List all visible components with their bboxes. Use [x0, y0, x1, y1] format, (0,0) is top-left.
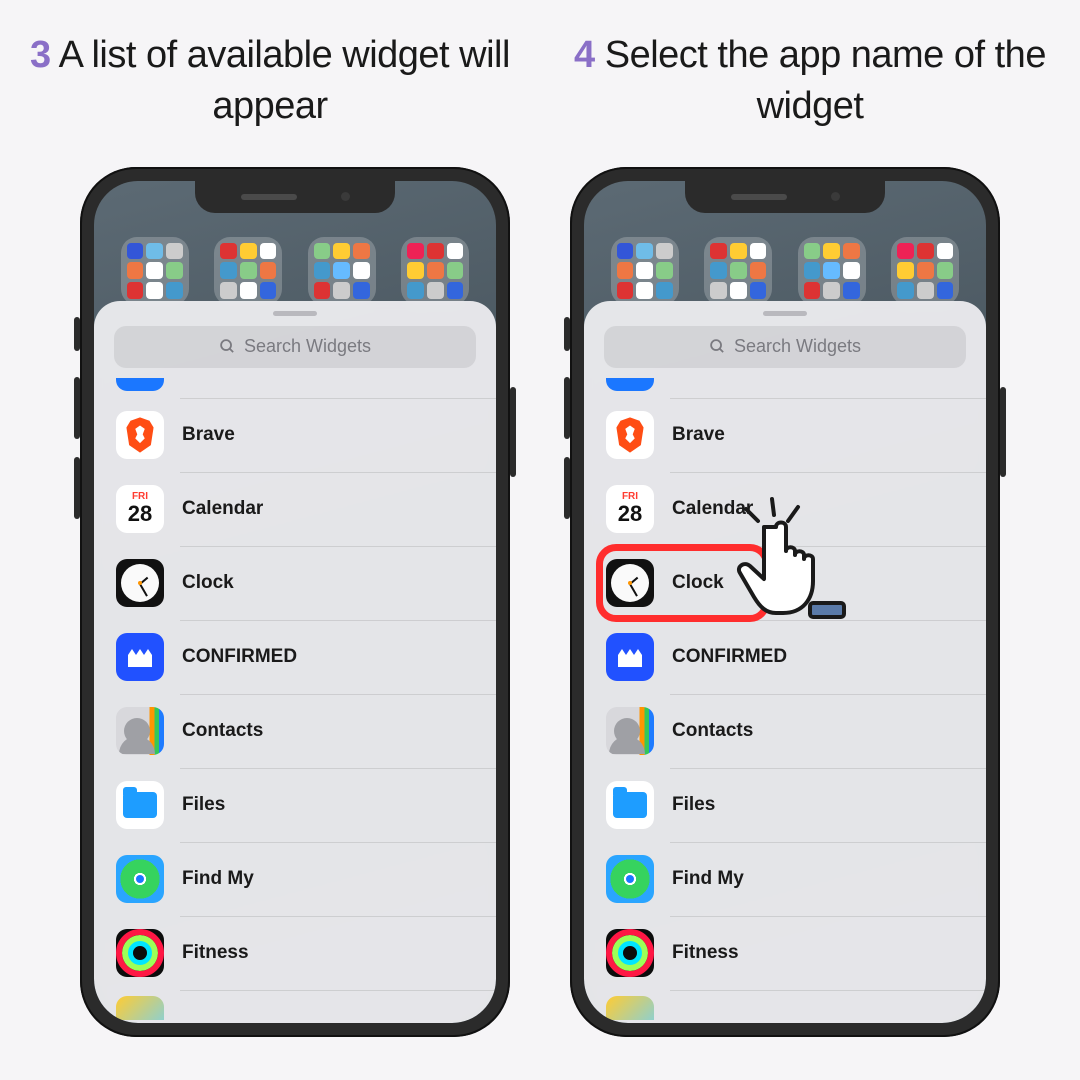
list-item-fitness[interactable]: Fitness: [116, 916, 496, 990]
files-icon: [116, 781, 164, 829]
tap-cursor-icon: [724, 491, 864, 631]
app-label: Clock: [672, 572, 724, 594]
clock-icon: [606, 559, 654, 607]
list-item-contacts[interactable]: Contacts: [116, 694, 496, 768]
step-text: Select the app name of the widget: [605, 34, 1046, 127]
app-label: Calendar: [182, 498, 263, 520]
sheet-grabber[interactable]: [763, 311, 807, 316]
app-label: CONFIRMED: [182, 646, 297, 668]
step-number: 3: [30, 34, 51, 76]
app-label: Files: [182, 794, 225, 816]
files-icon: [606, 781, 654, 829]
app-label: Fitness: [672, 942, 739, 964]
contacts-icon: [606, 707, 654, 755]
notch: [195, 181, 395, 213]
step-3-caption: 3 A list of available widget will appear: [25, 30, 515, 133]
list-item[interactable]: [116, 990, 496, 1020]
app-label: Find My: [672, 868, 744, 890]
mute-switch: [564, 317, 570, 351]
app-label: Brave: [672, 424, 725, 446]
step-text: A list of available widget will appear: [59, 34, 510, 127]
sheet-grabber[interactable]: [273, 311, 317, 316]
fitness-icon: [116, 929, 164, 977]
search-placeholder: Search Widgets: [244, 336, 371, 357]
iphone-frame-left: Search Widgets Brave FRI 28: [80, 167, 510, 1037]
list-item[interactable]: [606, 990, 986, 1020]
mute-switch: [74, 317, 80, 351]
brave-icon: [116, 411, 164, 459]
list-item[interactable]: [606, 378, 986, 398]
search-icon: [709, 338, 726, 355]
calendar-day: 28: [618, 503, 642, 525]
search-widgets-field[interactable]: Search Widgets: [114, 326, 476, 368]
brave-icon: [606, 411, 654, 459]
app-label: Contacts: [182, 720, 263, 742]
calendar-day: 28: [128, 503, 152, 525]
notch: [685, 181, 885, 213]
step-number: 4: [574, 34, 595, 76]
list-item-fitness[interactable]: Fitness: [606, 916, 986, 990]
widget-picker-sheet: Search Widgets Brave FRI 28: [94, 301, 496, 1023]
list-item-findmy[interactable]: Find My: [606, 842, 986, 916]
app-label: Fitness: [182, 942, 249, 964]
volume-down-button: [564, 457, 570, 519]
front-camera: [341, 192, 350, 201]
list-item-clock[interactable]: Clock: [116, 546, 496, 620]
app-label: Contacts: [672, 720, 753, 742]
list-item-confirmed[interactable]: CONFIRMED: [116, 620, 496, 694]
app-label: CONFIRMED: [672, 646, 787, 668]
contacts-icon: [116, 707, 164, 755]
front-camera: [831, 192, 840, 201]
step-4-caption: 4 Select the app name of the widget: [565, 30, 1055, 133]
side-button: [510, 387, 516, 477]
volume-down-button: [74, 457, 80, 519]
findmy-icon: [116, 855, 164, 903]
side-button: [1000, 387, 1006, 477]
app-label: Brave: [182, 424, 235, 446]
list-item-calendar[interactable]: FRI 28 Calendar: [116, 472, 496, 546]
list-item[interactable]: [116, 378, 496, 398]
volume-up-button: [74, 377, 80, 439]
search-placeholder: Search Widgets: [734, 336, 861, 357]
clock-icon: [116, 559, 164, 607]
list-item-files[interactable]: Files: [606, 768, 986, 842]
list-item-contacts[interactable]: Contacts: [606, 694, 986, 768]
confirmed-icon: [606, 633, 654, 681]
list-item-findmy[interactable]: Find My: [116, 842, 496, 916]
list-item-brave[interactable]: Brave: [606, 398, 986, 472]
widget-picker-sheet: Search Widgets Brave FRI 28: [584, 301, 986, 1023]
calendar-icon: FRI 28: [606, 485, 654, 533]
list-item-brave[interactable]: Brave: [116, 398, 496, 472]
confirmed-icon: [116, 633, 164, 681]
fitness-icon: [606, 929, 654, 977]
app-label: Find My: [182, 868, 254, 890]
speaker: [731, 194, 787, 200]
search-widgets-field[interactable]: Search Widgets: [604, 326, 966, 368]
iphone-frame-right: Search Widgets Brave FRI 28: [570, 167, 1000, 1037]
list-item-confirmed[interactable]: CONFIRMED: [606, 620, 986, 694]
search-icon: [219, 338, 236, 355]
app-label: Clock: [182, 572, 234, 594]
volume-up-button: [564, 377, 570, 439]
app-label: Files: [672, 794, 715, 816]
list-item-files[interactable]: Files: [116, 768, 496, 842]
findmy-icon: [606, 855, 654, 903]
speaker: [241, 194, 297, 200]
calendar-icon: FRI 28: [116, 485, 164, 533]
